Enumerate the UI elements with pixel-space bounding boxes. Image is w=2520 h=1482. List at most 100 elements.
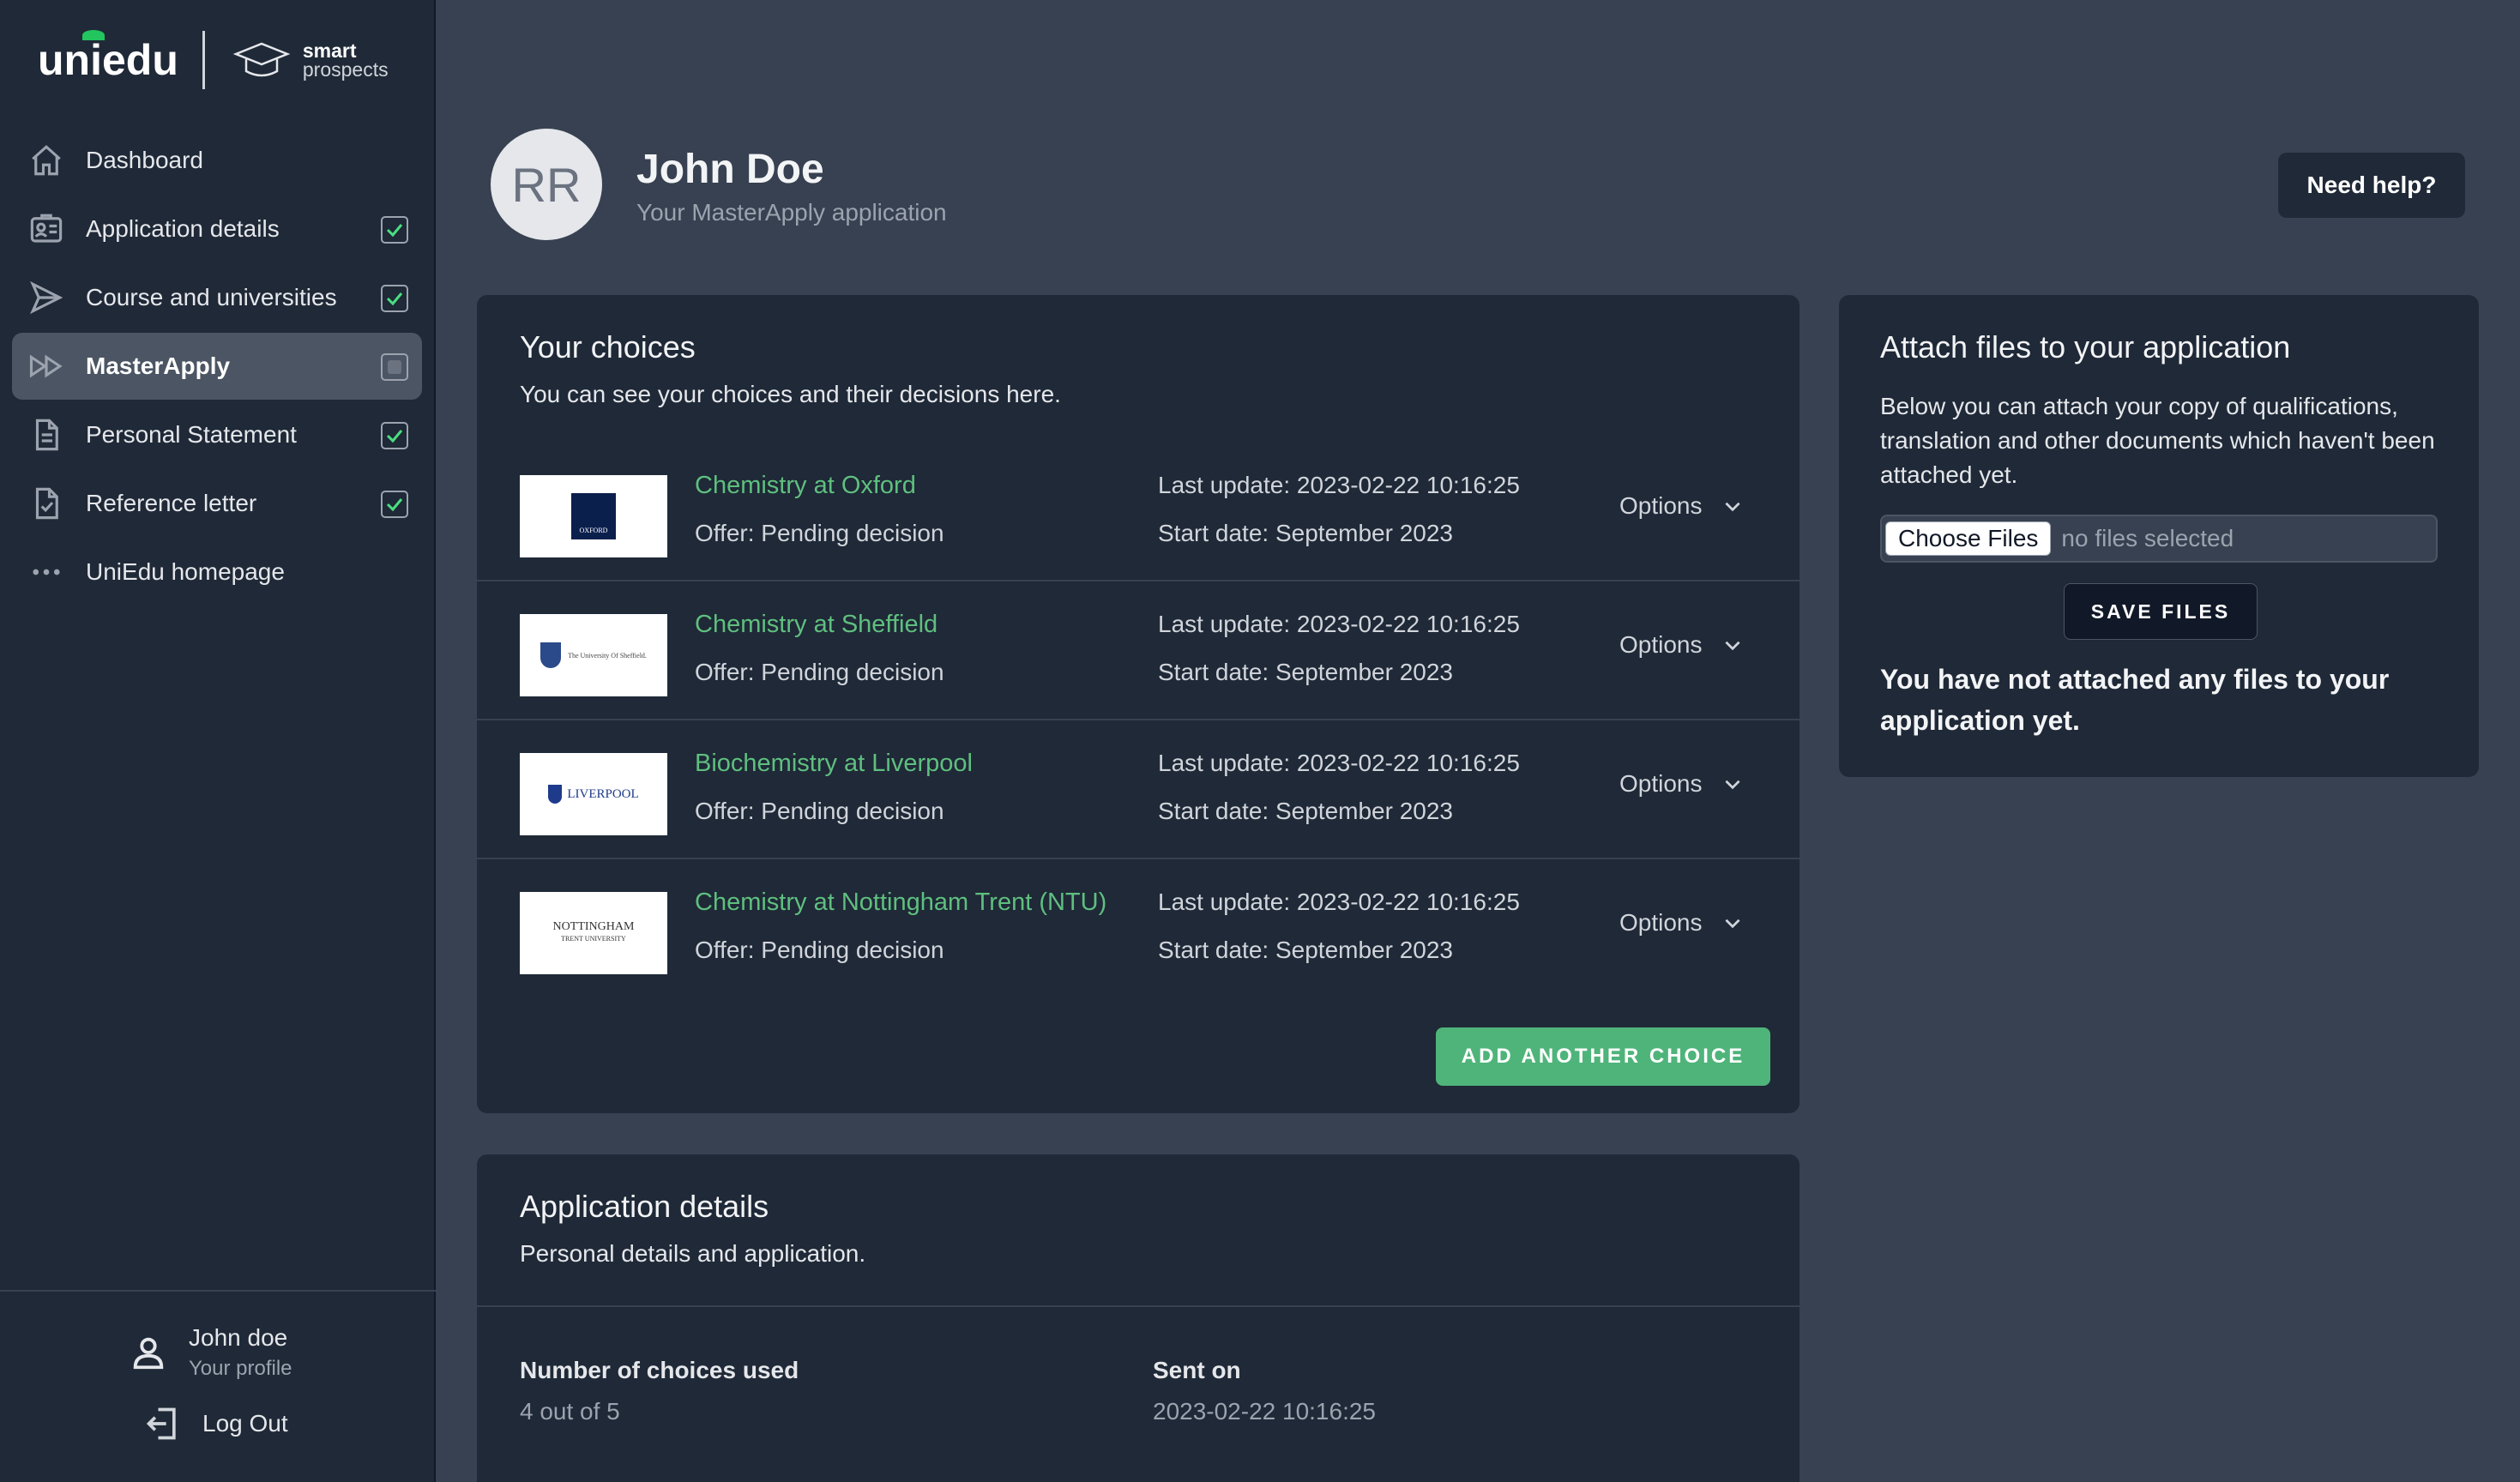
sent-on-value: 2023-02-22 10:16:25 — [1153, 1398, 1376, 1425]
completed-checkbox-icon — [381, 422, 408, 449]
forward-icon — [27, 347, 65, 385]
logout-icon — [146, 1407, 176, 1440]
files-description: Below you can attach your copy of qualif… — [1880, 393, 2435, 488]
sidebar-item-label: Application details — [86, 215, 280, 242]
profile-text: John doe Your profile — [189, 1324, 292, 1381]
chevron-down-icon — [1724, 919, 1740, 929]
choice-offer-status: Offer: Pending decision — [695, 659, 944, 685]
send-icon — [27, 279, 65, 316]
page-title: John Doe — [636, 147, 824, 192]
sidebar-nav: Dashboard Application details Course and… — [12, 127, 422, 607]
sidebar-item-course-and-universities[interactable]: Course and universities — [12, 264, 422, 331]
sidebar-item-label: UniEdu homepage — [86, 558, 285, 585]
choice-options-dropdown[interactable]: Options — [1619, 770, 1744, 798]
chevron-down-icon — [1724, 502, 1740, 512]
sidebar: uniedu smart prospects Dashboard Applica… — [0, 0, 436, 1482]
sheffield-crest-icon — [540, 642, 562, 668]
choice-start-date: Start date: September 2023 — [1158, 659, 1453, 685]
files-title: Attach files to your application — [1880, 329, 2291, 364]
file-input[interactable]: Choose Files no files selected — [1880, 515, 2438, 563]
save-files-button[interactable]: SAVE FILES — [2064, 583, 2258, 640]
home-icon — [27, 142, 65, 179]
choice-row: The University Of Sheffield. Chemistry a… — [477, 581, 1800, 720]
choices-title: Your choices — [520, 329, 696, 364]
sidebar-item-reference-letter[interactable]: Reference letter — [12, 470, 422, 537]
choices-subtitle: You can see your choices and their decis… — [520, 381, 1061, 407]
document-check-icon — [27, 485, 65, 522]
sidebar-item-dashboard[interactable]: Dashboard — [12, 127, 422, 194]
sheffield-logo-mark: The University Of Sheffield. — [540, 642, 647, 668]
sidebar-item-personal-statement[interactable]: Personal Statement — [12, 401, 422, 468]
choice-start-date: Start date: September 2023 — [1158, 798, 1453, 824]
liverpool-logo-text: LIVERPOOL — [567, 786, 639, 801]
oxford-logo-text: OXFORD — [571, 493, 616, 539]
sidebar-item-label: Reference letter — [86, 490, 257, 516]
logout-button[interactable]: Log Out — [144, 1405, 288, 1443]
ntu-logo-mark: NOTTINGHAM TRENT UNIVERSITY — [553, 921, 635, 945]
ntu-logo-subtext: TRENT UNIVERSITY — [561, 935, 626, 943]
options-label: Options — [1619, 909, 1703, 936]
sidebar-item-label: Personal Statement — [86, 421, 297, 448]
choice-last-update: Last update: 2023-02-22 10:16:25 — [1158, 472, 1520, 498]
user-icon — [133, 1337, 164, 1370]
sheffield-logo-text: The University Of Sheffield. — [568, 651, 647, 660]
choice-options-dropdown[interactable]: Options — [1619, 909, 1744, 937]
liverpool-crest-icon — [548, 785, 563, 804]
add-another-choice-button[interactable]: ADD ANOTHER CHOICE — [1436, 1027, 1770, 1086]
choice-course-link[interactable]: Chemistry at Sheffield — [695, 611, 937, 639]
sidebar-item-uniedu-homepage[interactable]: UniEdu homepage — [12, 539, 422, 605]
smart-prospects-logo: smart prospects — [302, 39, 389, 81]
choice-start-date: Start date: September 2023 — [1158, 520, 1453, 546]
choice-course-link[interactable]: Biochemistry at Liverpool — [695, 750, 973, 778]
choice-course-link[interactable]: Chemistry at Nottingham Trent (NTU) — [695, 889, 1106, 917]
choice-start-date: Start date: September 2023 — [1158, 937, 1453, 963]
ntu-logo: NOTTINGHAM TRENT UNIVERSITY — [520, 892, 667, 974]
choice-course-link[interactable]: Chemistry at Oxford — [695, 472, 916, 500]
brand-divider — [202, 31, 205, 89]
choice-offer-status: Offer: Pending decision — [695, 520, 944, 546]
brand[interactable]: uniedu smart prospects — [38, 29, 389, 91]
partner-line1: smart — [302, 39, 357, 62]
details-subtitle: Personal details and application. — [520, 1240, 866, 1267]
more-dots-icon — [27, 553, 65, 591]
profile-subtitle: Your profile — [189, 1357, 292, 1380]
completed-checkbox-icon — [381, 491, 408, 518]
choice-options-dropdown[interactable]: Options — [1619, 492, 1744, 520]
graduation-cap-icon — [232, 42, 291, 77]
leaf-icon — [82, 30, 105, 40]
need-help-button[interactable]: Need help? — [2278, 153, 2465, 218]
choices-used-value: 4 out of 5 — [520, 1398, 620, 1425]
sidebar-item-label: MasterApply — [86, 352, 231, 379]
sidebar-item-label: Course and universities — [86, 284, 337, 310]
application-details-card: Application details Personal details and… — [477, 1154, 1800, 1482]
uniedu-logo-text: uniedu — [38, 36, 178, 84]
sent-on-label: Sent on — [1153, 1357, 1241, 1383]
choice-options-dropdown[interactable]: Options — [1619, 631, 1744, 659]
page-subtitle: Your MasterApply application — [636, 199, 947, 226]
options-label: Options — [1619, 631, 1703, 658]
sidebar-footer: John doe Your profile Log Out — [0, 1290, 436, 1482]
partner-line2: prospects — [302, 58, 389, 81]
options-label: Options — [1619, 492, 1703, 519]
choice-offer-status: Offer: Pending decision — [695, 798, 944, 824]
sidebar-item-masterapply[interactable]: MasterApply — [12, 333, 422, 400]
profile-link[interactable]: John doe Your profile — [129, 1324, 292, 1381]
attach-files-card: Attach files to your application Below y… — [1839, 295, 2479, 777]
choice-last-update: Last update: 2023-02-22 10:16:25 — [1158, 611, 1520, 637]
chevron-down-icon — [1724, 780, 1740, 790]
choice-last-update: Last update: 2023-02-22 10:16:25 — [1158, 889, 1520, 915]
choose-files-button[interactable]: Choose Files — [1885, 521, 2052, 556]
incomplete-checkbox-icon — [381, 353, 408, 381]
avatar: RR — [491, 129, 602, 240]
file-status-text: no files selected — [2061, 525, 2234, 551]
choice-row: NOTTINGHAM TRENT UNIVERSITY Chemistry at… — [477, 859, 1800, 998]
uniedu-logo: uniedu — [38, 30, 178, 85]
liverpool-logo-mark: LIVERPOOL — [548, 785, 639, 804]
completed-checkbox-icon — [381, 216, 408, 244]
choices-used-label: Number of choices used — [520, 1357, 799, 1383]
choice-row: OXFORD Chemistry at Oxford Offer: Pendin… — [477, 443, 1800, 581]
id-card-icon — [27, 210, 65, 248]
sidebar-item-application-details[interactable]: Application details — [12, 196, 422, 262]
oxford-logo: OXFORD — [520, 475, 667, 557]
ntu-logo-text: NOTTINGHAM — [552, 920, 635, 933]
